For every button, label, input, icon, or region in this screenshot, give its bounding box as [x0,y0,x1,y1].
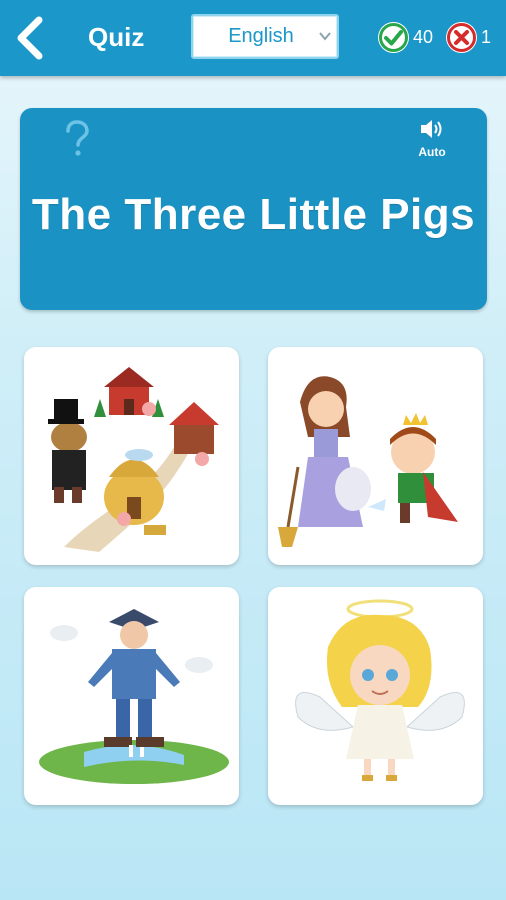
answer-option-4[interactable] [268,587,483,805]
chevron-down-icon [319,28,331,44]
page-title: Quiz [88,22,145,52]
question-card: Auto The Three Little Pigs [20,108,487,310]
language-select[interactable]: English [191,14,339,59]
correct-count: 40 [413,27,434,47]
wrong-score: 1 [446,22,491,53]
checkmark-icon [378,22,409,53]
three-little-pigs-illustration [48,367,219,552]
answer-option-2[interactable] [268,347,483,565]
close-icon [446,22,477,53]
answer-option-3[interactable] [24,587,239,805]
chevron-left-icon [17,16,43,60]
top-bar: Quiz English 40 1 [0,0,506,76]
question-text: The Three Little Pigs [31,190,476,239]
question-mark-icon[interactable] [62,120,92,165]
answer-option-1[interactable] [24,347,239,565]
gulliver-giant-illustration [39,609,229,784]
audio-auto-label: Auto [418,145,446,159]
speaker-icon [421,120,442,138]
correct-score: 40 [378,22,433,53]
back-button[interactable] [8,14,52,62]
angel-illustration [295,599,465,781]
audio-button[interactable]: Auto [412,118,452,159]
wrong-count: 1 [481,27,492,47]
cinderella-illustration [278,376,458,547]
